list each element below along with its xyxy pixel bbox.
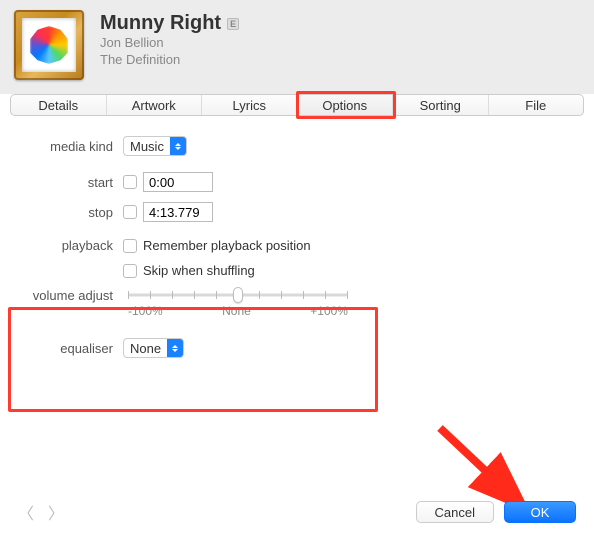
volume-slider-thumb[interactable]	[233, 287, 243, 303]
tab-details[interactable]: Details	[11, 95, 107, 115]
tab-file[interactable]: File	[489, 95, 584, 115]
stop-input[interactable]	[143, 202, 213, 222]
select-stepper-icon	[167, 339, 183, 357]
media-kind-value: Music	[124, 137, 170, 155]
tab-options[interactable]: Options	[298, 95, 394, 115]
explicit-badge: E	[227, 18, 239, 30]
tab-lyrics[interactable]: Lyrics	[202, 95, 298, 115]
song-title-text: Munny Right	[100, 12, 221, 35]
skip-shuffle-label: Skip when shuffling	[143, 263, 255, 278]
label-start: start	[18, 175, 113, 190]
label-volume-adjust: volume adjust	[18, 288, 113, 303]
song-title: Munny Right E	[100, 12, 239, 35]
volume-mid-label: None	[222, 304, 251, 318]
start-input[interactable]	[143, 172, 213, 192]
artist-name: Jon Bellion	[100, 35, 239, 52]
volume-max-label: +100%	[310, 304, 348, 318]
label-media-kind: media kind	[18, 139, 113, 154]
tab-artwork[interactable]: Artwork	[107, 95, 203, 115]
tab-sorting[interactable]: Sorting	[393, 95, 489, 115]
album-name: The Definition	[100, 52, 239, 69]
label-playback: playback	[18, 238, 113, 253]
stop-checkbox[interactable]	[123, 205, 137, 219]
label-stop: stop	[18, 205, 113, 220]
dialog-footer: 〈 〉 Cancel OK	[0, 500, 594, 524]
equaliser-value: None	[124, 339, 167, 357]
volume-slider[interactable]	[128, 288, 348, 302]
tab-bar: Details Artwork Lyrics Options Sorting F…	[0, 94, 594, 116]
start-checkbox[interactable]	[123, 175, 137, 189]
song-header: Munny Right E Jon Bellion The Definition	[0, 0, 594, 94]
prev-track-button[interactable]: 〈	[18, 500, 34, 524]
next-track-button[interactable]: 〉	[48, 500, 64, 524]
label-equaliser: equaliser	[18, 341, 113, 356]
skip-shuffle-checkbox[interactable]	[123, 264, 137, 278]
media-kind-select[interactable]: Music	[123, 136, 187, 156]
select-stepper-icon	[170, 137, 186, 155]
ok-button[interactable]: OK	[504, 501, 576, 523]
cancel-button[interactable]: Cancel	[416, 501, 494, 523]
volume-min-label: -100%	[128, 304, 163, 318]
remember-position-checkbox[interactable]	[123, 239, 137, 253]
options-panel: media kind Music start stop playback Rem…	[0, 116, 594, 378]
equaliser-select[interactable]: None	[123, 338, 184, 358]
remember-position-label: Remember playback position	[143, 238, 311, 253]
album-art	[14, 10, 84, 80]
